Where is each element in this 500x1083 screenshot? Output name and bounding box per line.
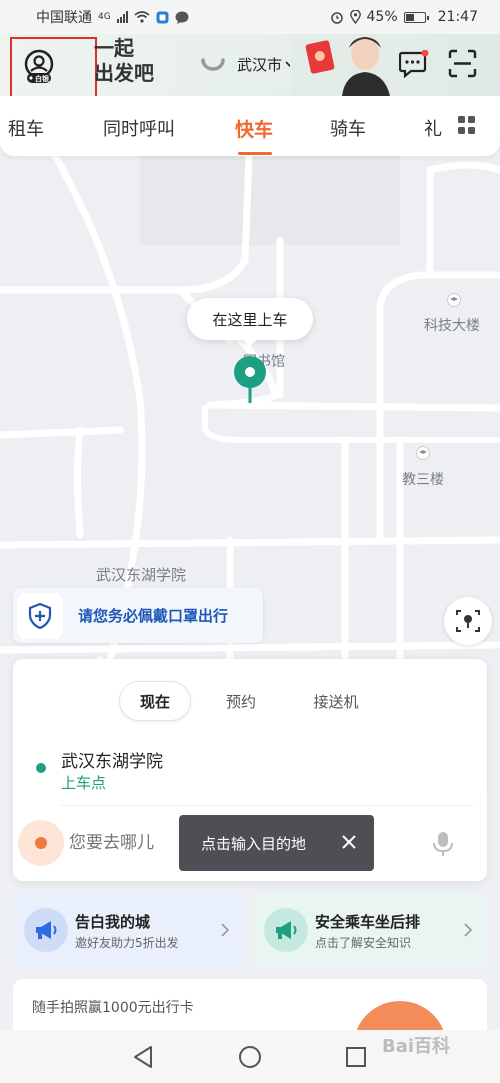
- battery-percent: 45%: [366, 9, 398, 25]
- megaphone-icon: [24, 908, 68, 952]
- active-tab-underline: [238, 152, 272, 155]
- promo-city-card[interactable]: 告白我的城 邀好友助力5折出发: [13, 893, 244, 968]
- battery-icon: [403, 11, 429, 23]
- service-tabs: 租车 同时呼叫 快车 骑车 礼: [0, 96, 500, 156]
- card-divider: [61, 805, 473, 806]
- recent-apps-icon[interactable]: [345, 1046, 367, 1068]
- tab-simultaneous[interactable]: 同时呼叫: [103, 115, 175, 141]
- didi-logo-icon: [201, 58, 225, 71]
- promo-subtitle: 邀好友助力5折出发: [75, 936, 179, 950]
- avatar-badge: 白银: [35, 75, 49, 83]
- home-icon[interactable]: [238, 1045, 262, 1069]
- slogan-line2: 出发吧: [94, 61, 154, 85]
- grid-menu-icon[interactable]: [458, 116, 476, 134]
- watermark: Bai百科: [382, 1036, 451, 1057]
- map-label-teaching-building: 教三楼: [402, 472, 444, 488]
- promo-safety-card[interactable]: 安全乘车坐后排 点击了解安全知识: [253, 893, 487, 968]
- promo-subtitle: 点击了解安全知识: [315, 936, 412, 950]
- slogan-line1: 一起: [94, 36, 134, 60]
- slogan: 一起 出发吧: [94, 36, 154, 86]
- alarm-icon: [330, 12, 343, 24]
- signal-icon: [116, 11, 128, 23]
- mask-notice-text: 请您务必佩戴口罩出行: [78, 607, 229, 625]
- tooltip-text: 点击输入目的地: [201, 834, 307, 853]
- mode-airport-tab[interactable]: 接送机: [297, 681, 375, 721]
- photo-promo-text: 随手拍照赢1000元出行卡: [32, 1000, 194, 1016]
- promo-title: 告白我的城: [75, 913, 151, 931]
- scan-icon: [448, 49, 477, 78]
- battery-level: [405, 13, 414, 21]
- tab-gift[interactable]: 礼: [424, 115, 442, 141]
- message-icon: [398, 49, 429, 79]
- destination-dot-icon: [18, 820, 64, 866]
- clock: 21:47: [437, 9, 478, 25]
- destination-input[interactable]: [69, 833, 179, 853]
- megaphone-icon: [264, 908, 308, 952]
- location-icon: [349, 10, 361, 24]
- map-label-college: 武汉东湖学院: [96, 566, 187, 584]
- school-icon: [447, 293, 461, 307]
- school-icon: [416, 446, 430, 460]
- app-notification-icon: [156, 11, 169, 23]
- promo-title: 安全乘车坐后排: [315, 913, 421, 931]
- banner-illustration: [290, 34, 395, 96]
- pickup-bubble[interactable]: 在这里上车: [187, 298, 313, 347]
- city-selector[interactable]: 武汉市: [237, 54, 295, 75]
- mask-notice[interactable]: 请您务必佩戴口罩出行: [13, 588, 263, 643]
- origin-name[interactable]: 武汉东湖学院: [61, 747, 163, 772]
- promo-banner[interactable]: [290, 34, 395, 96]
- mode-now-tab[interactable]: 现在: [119, 681, 191, 721]
- tab-rental[interactable]: 租车: [8, 115, 44, 141]
- tab-bike[interactable]: 骑车: [330, 115, 366, 141]
- back-icon[interactable]: [132, 1045, 154, 1069]
- origin-dot: [36, 763, 46, 773]
- map-label-tech-building: 科技大楼: [424, 318, 480, 334]
- close-icon[interactable]: [340, 833, 358, 851]
- status-bar: 中国联通 4G 45% 21:47: [0, 0, 500, 34]
- city-label: 武汉市: [237, 56, 283, 74]
- app-header: 白银 一起 出发吧 武汉市: [0, 34, 500, 117]
- locate-button[interactable]: [444, 597, 492, 645]
- locate-icon: [456, 610, 480, 632]
- carrier-label: 中国联通: [36, 10, 92, 26]
- message-button[interactable]: [398, 49, 429, 79]
- pickup-pin-icon: [234, 356, 266, 403]
- destination-tooltip: 点击输入目的地: [179, 815, 374, 871]
- avatar[interactable]: 白银: [22, 49, 56, 83]
- scan-button[interactable]: [448, 49, 477, 78]
- booking-card: 现在 预约 接送机 武汉东湖学院 上车点 点击输入目的地: [13, 659, 487, 881]
- chevron-right-icon: [221, 923, 230, 937]
- wifi-icon: [134, 11, 150, 23]
- tab-express[interactable]: 快车: [235, 115, 273, 142]
- chat-notification-icon: [175, 11, 189, 24]
- mode-reserve-tab[interactable]: 预约: [209, 681, 273, 721]
- chevron-right-icon: [464, 923, 473, 937]
- origin-sub-label: 上车点: [61, 774, 107, 792]
- network-label: 4G: [98, 12, 111, 22]
- shield-plus-icon: [17, 592, 63, 639]
- microphone-icon[interactable]: [431, 831, 455, 857]
